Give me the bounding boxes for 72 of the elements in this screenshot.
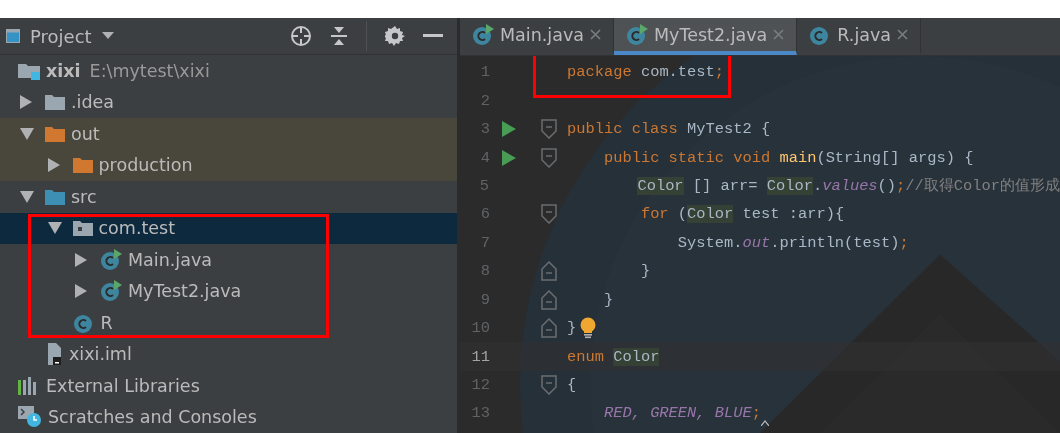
fold-icon[interactable]: [541, 119, 557, 140]
line-number: 6: [479, 205, 490, 224]
expanded-arrow-icon[interactable]: [20, 127, 34, 140]
fold-icon[interactable]: [541, 261, 557, 282]
line-number: 13: [470, 404, 490, 423]
crosshair-icon[interactable]: [290, 25, 312, 47]
line-number: 4: [479, 148, 490, 167]
line-number: 1: [479, 63, 490, 82]
tree-item-label[interactable]: xixi.iml: [69, 344, 132, 365]
collapse-all-icon[interactable]: [330, 25, 348, 47]
collapsed-arrow-icon[interactable]: [75, 284, 87, 299]
line-number: 3: [479, 120, 490, 139]
run-icon[interactable]: [502, 149, 516, 166]
fold-icon[interactable]: [541, 289, 557, 310]
code-line: public class MyTest2 {: [567, 120, 771, 139]
line-number: 12: [470, 376, 490, 395]
collapsed-arrow-icon[interactable]: [47, 158, 60, 173]
module-folder-icon: [18, 61, 40, 80]
code-line: for (Color test :arr){: [639, 205, 845, 224]
collapsed-arrow-icon[interactable]: [20, 95, 32, 110]
package-folder-icon: [72, 220, 93, 237]
line-number: 7: [479, 233, 490, 252]
code-line: }: [567, 319, 577, 338]
fold-icon[interactable]: [541, 147, 557, 168]
tree-item-label[interactable]: Scratches and Consoles: [48, 407, 257, 428]
tree-item-label[interactable]: src: [71, 186, 97, 207]
tree-item-label: com.test: [98, 218, 176, 239]
editor-tab[interactable]: R.java: [797, 18, 922, 55]
fold-icon[interactable]: [541, 318, 557, 339]
code-line: }: [639, 262, 651, 281]
editor-tab[interactable]: MyTest2.java: [614, 18, 798, 55]
code-line: package com.test;: [567, 63, 725, 82]
scratches-icon: [18, 406, 42, 429]
editor-tab[interactable]: Main.java: [460, 18, 614, 55]
tree-item-label[interactable]: MyTest2.java: [128, 281, 242, 302]
code-line: public static void main(String[] args) {: [602, 148, 974, 167]
collapsed-arrow-icon[interactable]: [75, 252, 87, 267]
file-icon: [45, 343, 63, 366]
tree-item-label[interactable]: Main.java: [128, 249, 212, 270]
tree-item-label[interactable]: xixi: [46, 60, 81, 81]
lightbulb-icon[interactable]: [580, 317, 597, 340]
expanded-arrow-icon[interactable]: [20, 190, 34, 203]
code-line: enum Color: [567, 347, 660, 366]
fold-icon[interactable]: [541, 375, 557, 396]
code-line: System.out.println(test);: [676, 233, 909, 252]
run-icon[interactable]: [502, 121, 516, 138]
line-number: 9: [479, 290, 490, 309]
tree-item-label[interactable]: External Libraries: [46, 375, 200, 396]
close-icon[interactable]: [590, 29, 601, 40]
line-number: 2: [479, 91, 490, 110]
close-icon[interactable]: [897, 29, 909, 40]
expanded-arrow-icon[interactable]: [47, 222, 62, 235]
fold-icon[interactable]: [541, 204, 557, 225]
project-view-dropdown[interactable]: Project: [30, 25, 114, 47]
tree-item-label[interactable]: out: [71, 123, 100, 144]
line-number: 11: [470, 347, 490, 366]
tree-item-label[interactable]: R: [100, 312, 113, 333]
line-number: 10: [470, 319, 490, 338]
line-number: 5: [478, 176, 489, 195]
code-line: RED, GREEN, BLUE;: [602, 404, 761, 423]
line-number: 8: [479, 262, 490, 281]
code-line: }: [602, 290, 614, 309]
minimize-icon[interactable]: [423, 34, 443, 38]
tree-item-label[interactable]: production: [98, 155, 193, 176]
selected-tree-row[interactable]: com.test: [0, 212, 457, 244]
module-path: E:\mytest\xixi: [89, 60, 210, 81]
tree-item-label[interactable]: .idea: [71, 92, 115, 113]
code-line: Color [] arr= Color.values();//取得Color的值形成: [636, 176, 1060, 197]
settings-icon[interactable]: [385, 26, 405, 46]
code-line: {: [567, 376, 577, 395]
project-window-icon: [6, 29, 20, 43]
caret-icon: [101, 32, 114, 40]
